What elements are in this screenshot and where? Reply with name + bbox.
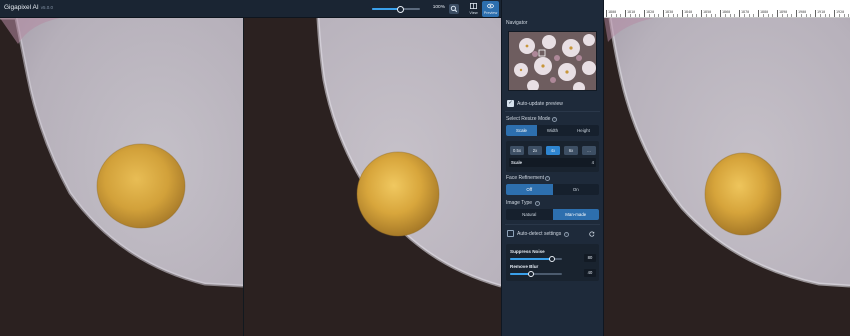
face-refinement-on[interactable]: On — [553, 184, 600, 195]
ruler-tick — [720, 10, 721, 17]
resize-mode-title: Select Resize Mode — [506, 116, 551, 122]
ruler-label: 1810 — [627, 10, 636, 14]
ruler-tick — [815, 10, 816, 17]
ruler-label: 1860 — [722, 10, 731, 14]
view-split-icon — [470, 3, 477, 9]
scale-settings: 0.5x 2x 4x 6x ... Scale 4 — [506, 141, 599, 172]
ruler-label: 1840 — [684, 10, 693, 14]
view-button-label: View — [469, 11, 478, 15]
image-type-title: Image Type — [506, 200, 533, 206]
ruler-tick — [644, 10, 645, 17]
face-refinement-title: Face Refinement — [506, 175, 545, 181]
suppress-noise-fill — [510, 258, 552, 260]
ruler-label: 1880 — [760, 10, 769, 14]
scale-6x-button[interactable]: 6x — [564, 146, 578, 155]
navigator-thumbnail[interactable] — [508, 31, 597, 91]
suppress-noise-label: Suppress Noise — [510, 249, 545, 254]
zoom-percent: 100% — [432, 5, 445, 10]
original-image-pane[interactable] — [0, 18, 243, 336]
pixel-ruler: 1800 1810 1820 1830 1840 1850 1860 1870 1880 1890… — [604, 0, 850, 18]
ruler-label: 1890 — [779, 10, 788, 14]
view-button[interactable]: View — [465, 1, 482, 17]
image-type-selector: Natural Man-made — [506, 209, 599, 220]
zoom-slider-handle[interactable] — [397, 5, 405, 13]
info-icon[interactable]: ? — [535, 200, 540, 206]
scale-4x-button[interactable]: 4x — [546, 146, 560, 155]
ruler-tick — [682, 10, 683, 17]
scale-field-label: Scale — [511, 159, 522, 165]
auto-detect-checkbox[interactable] — [507, 230, 514, 237]
preview-button-label: Preview — [483, 11, 498, 15]
ruler-label: 1920 — [836, 10, 845, 14]
remove-blur-label: Remove Blur — [510, 264, 539, 269]
resize-mode-selector: Scale Width Height — [506, 125, 599, 136]
refresh-icon[interactable] — [589, 231, 595, 237]
info-icon[interactable]: ? — [552, 116, 557, 122]
ruler-label: 1870 — [741, 10, 750, 14]
auto-update-label: Auto-update preview — [517, 101, 563, 107]
ruler-tick — [625, 10, 626, 17]
info-icon[interactable]: ? — [564, 231, 569, 237]
ruler-tick — [834, 10, 835, 17]
ruler-tick — [701, 10, 702, 17]
remove-blur-value[interactable]: 40 — [584, 269, 596, 277]
ruler-tick — [777, 10, 778, 17]
ruler-label: 1850 — [703, 10, 712, 14]
auto-update-checkbox[interactable]: ✓ — [507, 100, 514, 107]
navigator-title: Navigator — [506, 20, 528, 26]
resize-mode-height[interactable]: Height — [568, 125, 599, 136]
auto-detect-label: Auto-detect settings — [517, 231, 562, 237]
ruler-label: 1830 — [665, 10, 674, 14]
eye-icon — [487, 3, 494, 9]
scale-custom-button[interactable]: ... — [582, 146, 596, 155]
zoom-slider[interactable] — [372, 5, 420, 13]
divider — [505, 224, 600, 225]
enhancement-settings: Suppress Noise 80 Remove Blur 40 — [506, 244, 599, 281]
scale-field-value: 4 — [591, 159, 594, 165]
preview-image-pane[interactable] — [244, 18, 501, 336]
preview-button[interactable]: Preview — [482, 1, 499, 17]
ruler-tick — [739, 10, 740, 17]
app-name: Gigapixel AI — [4, 4, 39, 11]
image-type-natural[interactable]: Natural — [506, 209, 553, 220]
magnifier-icon[interactable] — [449, 4, 459, 14]
resize-mode-width[interactable]: Width — [537, 125, 568, 136]
scale-2x-button[interactable]: 2x — [528, 146, 542, 155]
face-refinement-off[interactable]: Off — [506, 184, 553, 195]
remove-blur-handle[interactable] — [527, 270, 534, 277]
info-icon[interactable]: ? — [545, 175, 550, 181]
scale-field[interactable]: Scale 4 — [509, 158, 596, 167]
ruler-tick — [796, 10, 797, 17]
ruler-tick — [758, 10, 759, 17]
ruler-label: 1800 — [608, 10, 617, 14]
ruler-label: 1900 — [798, 10, 807, 14]
scale-0-5x-button[interactable]: 0.5x — [510, 146, 524, 155]
face-refinement-toggle: Off On — [506, 184, 599, 195]
ruler-label: 1910 — [817, 10, 826, 14]
image-type-man-made[interactable]: Man-made — [552, 209, 599, 220]
suppress-noise-slider[interactable] — [510, 255, 562, 262]
output-image-pane[interactable] — [604, 18, 850, 336]
divider — [505, 111, 600, 112]
ruler-label: 1820 — [646, 10, 655, 14]
remove-blur-slider[interactable] — [510, 270, 562, 277]
resize-mode-scale[interactable]: Scale — [506, 125, 537, 136]
app-version: v5.0.0 — [40, 5, 53, 10]
suppress-noise-handle[interactable] — [548, 255, 555, 262]
ruler-tick — [606, 10, 607, 17]
app-title: Gigapixel AI v5.0.0 — [4, 4, 53, 11]
ruler-tick — [663, 10, 664, 17]
suppress-noise-value[interactable]: 80 — [584, 254, 596, 262]
